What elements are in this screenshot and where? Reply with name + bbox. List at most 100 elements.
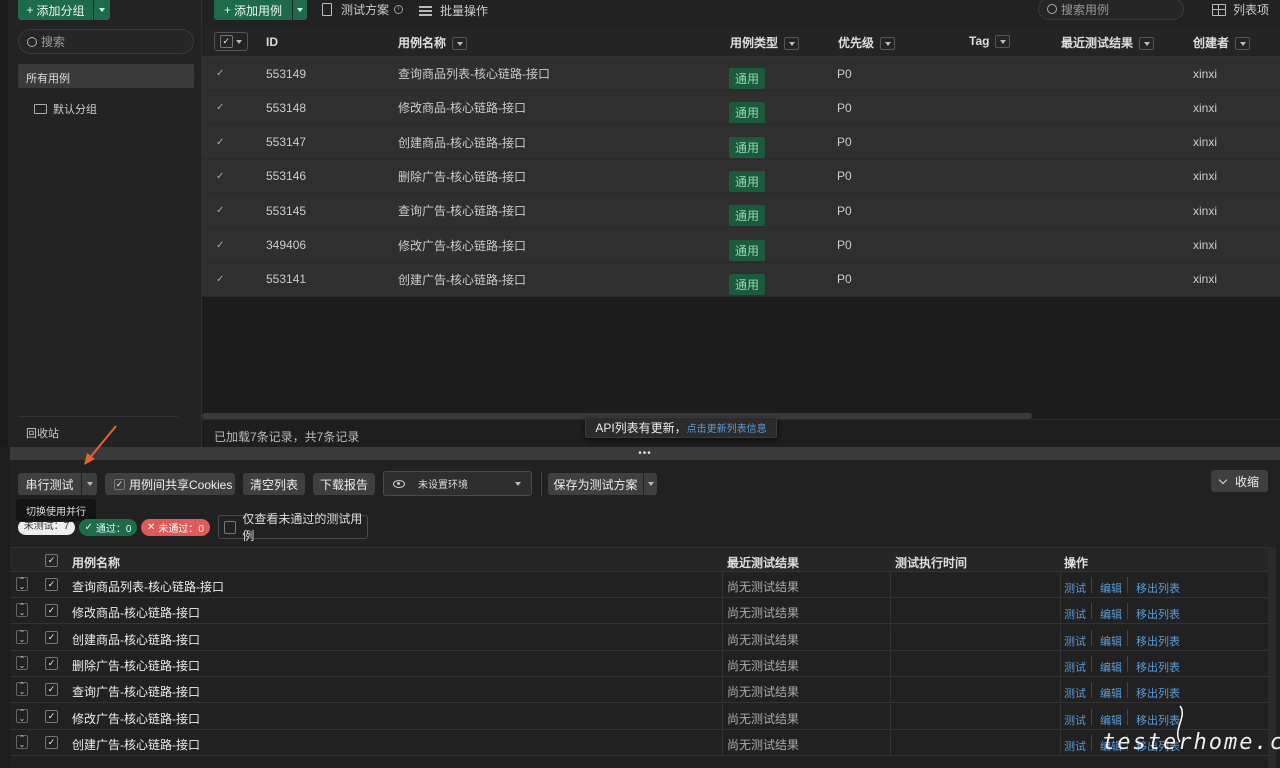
row-check-icon[interactable]: ✓ xyxy=(216,171,224,182)
sidebar-item-all-cases[interactable]: 所有用例 xyxy=(18,64,194,88)
untested-badge[interactable]: 未测试：7 xyxy=(18,522,75,535)
runner-table-header: ✓ 用例名称 最近测试结果 测试执行时间 操作 xyxy=(10,547,1268,572)
serial-test-dropdown[interactable] xyxy=(82,473,97,495)
columns-button[interactable]: 列表项 xyxy=(1212,1,1269,18)
serial-test-button[interactable]: 串行测试 xyxy=(18,473,81,495)
reorder-icon[interactable]: ⌃ ⌄ xyxy=(16,629,28,644)
reorder-icon[interactable]: ⌃ ⌄ xyxy=(16,708,28,723)
header-priority[interactable]: 优先级 xyxy=(838,34,896,51)
reorder-icon[interactable]: ⌃ ⌄ xyxy=(16,734,28,749)
reorder-icon[interactable]: ⌃ ⌄ xyxy=(16,682,28,697)
filter-dropdown-icon[interactable] xyxy=(1235,37,1251,51)
row-check-icon[interactable]: ✓ xyxy=(216,274,224,285)
row-check-icon[interactable]: ✓ xyxy=(216,68,224,79)
row-check-icon[interactable]: ✓ xyxy=(216,137,224,148)
row-checkbox[interactable]: ✓ xyxy=(45,735,58,749)
test-link[interactable]: 测试 xyxy=(1064,580,1086,596)
filter-dropdown-icon[interactable] xyxy=(452,37,468,51)
case-name[interactable]: 修改广告-核心链路-接口 xyxy=(398,237,526,254)
batch-operation-button[interactable]: 批量操作 xyxy=(419,2,488,19)
test-link[interactable]: 测试 xyxy=(1064,738,1086,754)
runner-case-name: 查询广告-核心链路-接口 xyxy=(72,685,200,700)
remove-link[interactable]: 移出列表 xyxy=(1136,659,1180,675)
edit-link[interactable]: 编辑 xyxy=(1100,685,1122,701)
reorder-icon[interactable]: ⌃ ⌄ xyxy=(16,603,28,618)
case-name[interactable]: 修改商品-核心链路-接口 xyxy=(398,99,526,116)
download-report-button[interactable]: 下载报告 xyxy=(313,473,375,495)
row-checkbox[interactable]: ✓ xyxy=(45,656,58,670)
table-row[interactable]: ✓ 553149 查询商品列表-核心链路-接口 通用 P0 xinxi xyxy=(202,57,1280,91)
header-type[interactable]: 用例类型 xyxy=(730,34,800,51)
filter-dropdown-icon[interactable] xyxy=(784,37,800,51)
test-plan-button[interactable]: 测试方案 i xyxy=(322,1,404,18)
clear-list-button[interactable]: 清空列表 xyxy=(243,473,305,495)
save-plan-dropdown[interactable] xyxy=(644,473,657,495)
add-case-dropdown[interactable] xyxy=(293,0,307,20)
test-link[interactable]: 测试 xyxy=(1064,685,1086,701)
row-checkbox[interactable]: ✓ xyxy=(45,709,58,723)
remove-link[interactable]: 移出列表 xyxy=(1136,685,1180,701)
toast-refresh-link[interactable]: 点击更新列表信息 xyxy=(687,420,767,435)
table-row[interactable]: ✓ 553146 删除广告-核心链路-接口 通用 P0 xinxi xyxy=(202,159,1280,194)
row-check-icon[interactable]: ✓ xyxy=(216,240,224,251)
filter-dropdown-icon[interactable] xyxy=(1139,37,1155,51)
table-row[interactable]: ✓ 553145 查询广告-核心链路-接口 通用 P0 xinxi xyxy=(202,194,1280,229)
sidebar-search[interactable]: 搜索 xyxy=(18,29,194,54)
row-checkbox[interactable]: ✓ xyxy=(45,604,58,618)
save-plan-button[interactable]: 保存为测试方案 xyxy=(548,473,643,495)
remove-link[interactable]: 移出列表 xyxy=(1136,633,1180,649)
row-checkbox[interactable]: ✓ xyxy=(45,578,58,591)
edit-link[interactable]: 编辑 xyxy=(1100,633,1122,649)
add-group-dropdown[interactable] xyxy=(94,0,110,20)
reorder-icon[interactable]: ⌃ ⌄ xyxy=(16,577,28,591)
row-check-icon[interactable]: ✓ xyxy=(216,102,224,113)
table-row[interactable]: ✓ 349406 修改广告-核心链路-接口 通用 P0 xinxi xyxy=(202,228,1280,263)
collapse-button[interactable]: 收缩 xyxy=(1211,470,1268,492)
default-group-label: 默认分组 xyxy=(53,104,97,116)
panel-splitter[interactable]: ••• xyxy=(10,447,1280,460)
remove-link[interactable]: 移出列表 xyxy=(1136,580,1180,596)
runner-case-result: 尚无测试结果 xyxy=(727,632,800,647)
sidebar-item-recycle[interactable]: 回收站 xyxy=(26,425,59,441)
case-search-input[interactable]: 搜索用例 xyxy=(1038,0,1184,20)
case-name[interactable]: 查询广告-核心链路-接口 xyxy=(398,202,526,219)
reorder-icon[interactable]: ⌃ ⌄ xyxy=(16,655,28,670)
case-name[interactable]: 查询商品列表-核心链路-接口 xyxy=(398,65,550,82)
case-name[interactable]: 创建广告-核心链路-接口 xyxy=(398,271,526,288)
filter-dropdown-icon[interactable] xyxy=(880,37,896,51)
select-all-runner-checkbox[interactable]: ✓ xyxy=(45,554,58,567)
edit-link[interactable]: 编辑 xyxy=(1100,659,1122,675)
header-creator[interactable]: 创建者 xyxy=(1193,34,1251,51)
case-id: 553146 xyxy=(266,169,307,184)
environment-select[interactable]: 未设置环境 xyxy=(383,471,532,496)
header-tag[interactable]: Tag xyxy=(969,34,1011,49)
edit-link[interactable]: 编辑 xyxy=(1100,606,1122,622)
test-link[interactable]: 测试 xyxy=(1064,606,1086,622)
only-failed-filter[interactable]: 仅查看未通过的测试用例 xyxy=(218,512,368,543)
row-check-icon[interactable]: ✓ xyxy=(216,205,224,216)
share-cookies-toggle[interactable]: ✓ 用例间共享Cookies xyxy=(105,473,235,495)
test-link[interactable]: 测试 xyxy=(1064,712,1086,728)
check-icon: ✓ xyxy=(219,35,233,48)
filter-dropdown-icon[interactable] xyxy=(995,35,1011,49)
header-name[interactable]: 用例名称 xyxy=(398,34,468,51)
passed-badge[interactable]: ✓ 通过：0 xyxy=(79,519,137,536)
case-name[interactable]: 创建商品-核心链路-接口 xyxy=(398,134,526,151)
select-all-checkbox[interactable]: ✓ xyxy=(214,32,248,51)
row-checkbox[interactable]: ✓ xyxy=(45,683,58,697)
remove-link[interactable]: 移出列表 xyxy=(1136,606,1180,622)
table-row[interactable]: ✓ 553141 创建广告-核心链路-接口 通用 P0 xinxi xyxy=(202,262,1280,297)
case-name[interactable]: 删除广告-核心链路-接口 xyxy=(398,168,526,185)
test-link[interactable]: 测试 xyxy=(1064,659,1086,675)
edit-link[interactable]: 编辑 xyxy=(1100,580,1122,596)
test-link[interactable]: 测试 xyxy=(1064,633,1086,649)
edit-link[interactable]: 编辑 xyxy=(1100,712,1122,728)
sidebar-item-default-group[interactable]: 默认分组 xyxy=(34,101,97,117)
row-checkbox[interactable]: ✓ xyxy=(45,630,58,644)
add-case-button[interactable]: + 添加用例 xyxy=(214,0,292,20)
table-row[interactable]: ✓ 553147 创建商品-核心链路-接口 通用 P0 xinxi xyxy=(202,125,1280,160)
table-row[interactable]: ✓ 553148 修改商品-核心链路-接口 通用 P0 xinxi xyxy=(202,91,1280,126)
add-group-button[interactable]: + 添加分组 xyxy=(18,0,93,20)
failed-badge[interactable]: ✕ 未通过：0 xyxy=(141,519,210,536)
header-result[interactable]: 最近测试结果 xyxy=(1061,34,1155,51)
